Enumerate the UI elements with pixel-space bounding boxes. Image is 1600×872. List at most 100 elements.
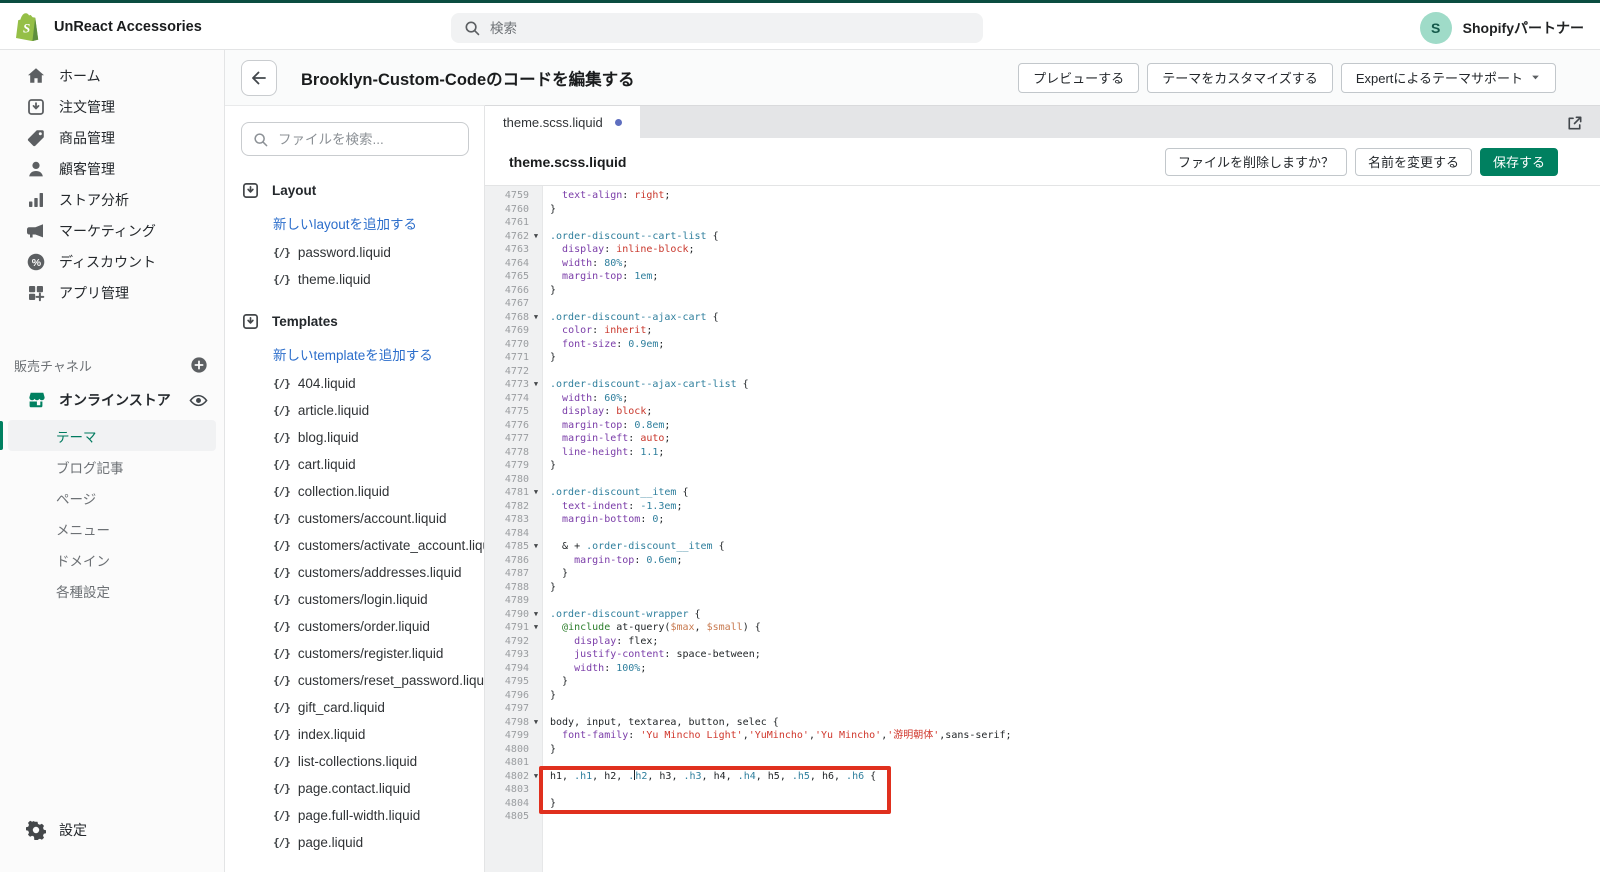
file-item[interactable]: {/} customers/login.liquid [273, 592, 484, 607]
code-line[interactable]: 4793 justify-content: space-between; [485, 648, 1600, 662]
code-line[interactable]: 4799 font-family: 'Yu Mincho Light','YuM… [485, 729, 1600, 743]
sidebar-item-discounts[interactable]: % ディスカウント [0, 246, 224, 277]
code-line[interactable]: 4786 margin-top: 0.6em; [485, 554, 1600, 568]
file-item[interactable]: {/} customers/activate_account.liquid [273, 538, 484, 553]
sidebar-item-products[interactable]: 商品管理 [0, 122, 224, 153]
code-line[interactable]: 4788} [485, 581, 1600, 595]
fold-arrow-icon[interactable]: ▼ [529, 230, 543, 244]
preview-button[interactable]: プレビューする [1018, 62, 1140, 93]
back-button[interactable] [241, 59, 277, 96]
customize-theme-button[interactable]: テーマをカスタマイズする [1147, 62, 1333, 93]
save-button[interactable]: 保存する [1479, 147, 1558, 176]
code-line[interactable]: 4767 [485, 297, 1600, 311]
code-line[interactable]: 4789 [485, 594, 1600, 608]
expand-editor-icon[interactable] [1562, 111, 1586, 135]
delete-file-button[interactable]: ファイルを削除しますか？ [1164, 147, 1347, 176]
code-line[interactable]: 4792 display: flex; [485, 635, 1600, 649]
code-line[interactable]: 4766} [485, 284, 1600, 298]
code-line[interactable]: 4781 ▼ .order-discount__item { [485, 486, 1600, 500]
code-line[interactable]: 4764 width: 80%; [485, 257, 1600, 271]
sidebar-subitem-preferences[interactable]: 各種設定 [8, 575, 216, 606]
file-search[interactable] [241, 122, 469, 156]
code-line[interactable]: 4763 display: inline-block; [485, 243, 1600, 257]
code-line[interactable]: 4772 [485, 365, 1600, 379]
file-item[interactable]: {/} article.liquid [273, 403, 484, 418]
add-file-link[interactable]: 新しいlayoutを追加する [273, 213, 484, 233]
file-section-layout[interactable]: Layout [241, 181, 484, 200]
code-line[interactable]: 4791 ▼ @include at-query($max, $small) { [485, 621, 1600, 635]
file-item[interactable]: {/} page.full-width.liquid [273, 808, 484, 823]
fold-arrow-icon[interactable]: ▼ [529, 608, 543, 622]
code-line[interactable]: 4765 margin-top: 1em; [485, 270, 1600, 284]
fold-arrow-icon[interactable]: ▼ [529, 621, 543, 635]
file-item[interactable]: {/} collection.liquid [273, 484, 484, 499]
code-line[interactable]: 4802 ▼ h1, .h1, h2, .h2, h3, .h3, h4, .h4,… [485, 769, 1600, 784]
sidebar-item-home[interactable]: ホーム [0, 60, 224, 91]
code-line[interactable]: 4805 [485, 810, 1600, 824]
code-line[interactable]: 4783 margin-bottom: 0; [485, 513, 1600, 527]
global-search-input[interactable] [490, 20, 971, 36]
code-line[interactable]: 4787 } [485, 567, 1600, 581]
sidebar-subitem-blog-posts[interactable]: ブログ記事 [8, 451, 216, 482]
file-item[interactable]: {/} 404.liquid [273, 376, 484, 391]
code-line[interactable]: 4796} [485, 689, 1600, 703]
code-line[interactable]: 4770 font-size: 0.9em; [485, 338, 1600, 352]
file-item[interactable]: {/} page.liquid [273, 835, 484, 850]
fold-arrow-icon[interactable]: ▼ [529, 540, 543, 554]
code-line[interactable]: 4803 [485, 783, 1600, 797]
brand[interactable]: S UnReact Accessories [16, 12, 202, 41]
sidebar-subitem-menus[interactable]: メニュー [8, 513, 216, 544]
code-line[interactable]: 4785 ▼ & + .order-discount__item { [485, 540, 1600, 554]
add-file-link[interactable]: 新しいtemplateを追加する [273, 344, 484, 364]
code-line[interactable]: 4784 [485, 527, 1600, 541]
sidebar-item-marketing[interactable]: マーケティング [0, 215, 224, 246]
code-line[interactable]: 4798 ▼ body, input, textarea, button, sele… [485, 716, 1600, 730]
sidebar-subitem-themes[interactable]: テーマ [0, 420, 216, 451]
file-item[interactable]: {/} customers/order.liquid [273, 619, 484, 634]
code-line[interactable]: 4778 line-height: 1.1; [485, 446, 1600, 460]
expert-support-button[interactable]: Expertによるテーマサポート [1340, 62, 1556, 93]
code-line[interactable]: 4797 [485, 702, 1600, 716]
sidebar-item-analytics[interactable]: ストア分析 [0, 184, 224, 215]
file-item[interactable]: {/} index.liquid [273, 727, 484, 742]
code-line[interactable]: 4782 text-indent: -1.3em; [485, 500, 1600, 514]
fold-arrow-icon[interactable]: ▼ [529, 486, 543, 500]
code-line[interactable]: 4761 [485, 216, 1600, 230]
code-line[interactable]: 4773 ▼ .order-discount--ajax-cart-list { [485, 378, 1600, 392]
fold-arrow-icon[interactable]: ▼ [529, 311, 543, 325]
file-item[interactable]: {/} customers/account.liquid [273, 511, 484, 526]
file-item[interactable]: {/} blog.liquid [273, 430, 484, 445]
fold-arrow-icon[interactable]: ▼ [529, 770, 543, 784]
code-line[interactable]: 4771} [485, 351, 1600, 365]
sidebar-item-apps[interactable]: アプリ管理 [0, 277, 224, 308]
file-item[interactable]: {/} password.liquid [273, 245, 484, 260]
code-line[interactable]: 4769 color: inherit; [485, 324, 1600, 338]
global-search[interactable] [451, 13, 983, 43]
code-line[interactable]: 4774 width: 60%; [485, 392, 1600, 406]
sidebar-item-customers[interactable]: 顧客管理 [0, 153, 224, 184]
code-line[interactable]: 4760} [485, 203, 1600, 217]
file-search-input[interactable] [278, 131, 458, 147]
file-item[interactable]: {/} gift_card.liquid [273, 700, 484, 715]
file-section-templates[interactable]: Templates [241, 312, 484, 331]
fold-arrow-icon[interactable]: ▼ [529, 716, 543, 730]
code-line[interactable]: 4801 [485, 756, 1600, 770]
code-line[interactable]: 4768 ▼ .order-discount--ajax-cart { [485, 311, 1600, 325]
file-item[interactable]: {/} customers/reset_password.liquid [273, 673, 484, 688]
code-line[interactable]: 4777 margin-left: auto; [485, 432, 1600, 446]
tab-theme-scss-liquid[interactable]: theme.scss.liquid [485, 106, 640, 138]
code-line[interactable]: 4800} [485, 743, 1600, 757]
sidebar-subitem-pages[interactable]: ページ [8, 482, 216, 513]
code-area[interactable]: 4759 text-align: right; 4760} 4761 4762 ▼ .or… [485, 186, 1600, 872]
code-line[interactable]: 4795 } [485, 675, 1600, 689]
code-line[interactable]: 4775 display: block; [485, 405, 1600, 419]
file-item[interactable]: {/} cart.liquid [273, 457, 484, 472]
code-line[interactable]: 4759 text-align: right; [485, 189, 1600, 203]
view-store-eye-icon[interactable] [189, 391, 208, 410]
file-item[interactable]: {/} list-collections.liquid [273, 754, 484, 769]
file-item[interactable]: {/} theme.liquid [273, 272, 484, 287]
code-line[interactable]: 4776 margin-top: 0.8em; [485, 419, 1600, 433]
user-menu[interactable]: S Shopifyパートナー [1419, 12, 1584, 44]
sidebar-item-orders[interactable]: 注文管理 [0, 91, 224, 122]
code-line[interactable]: 4794 width: 100%; [485, 662, 1600, 676]
